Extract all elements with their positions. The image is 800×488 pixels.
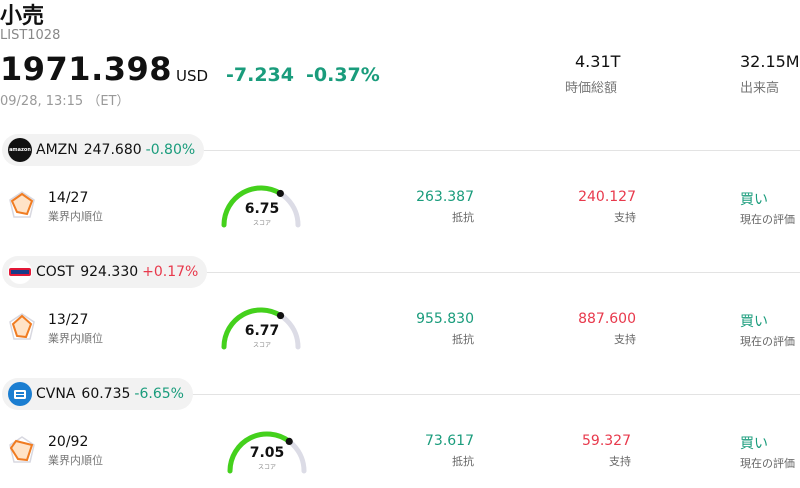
- ticker: CVNA: [36, 386, 76, 402]
- score-value: 6.75: [244, 201, 280, 217]
- radar-icon: [9, 436, 35, 463]
- index-price: 1971.398: [0, 50, 173, 88]
- rating-value: 買い: [740, 436, 768, 452]
- stock-change: -6.65%: [134, 386, 184, 402]
- market-cap-stat: 4.31T 時価総額: [565, 52, 621, 96]
- score-label: スコア: [252, 220, 271, 227]
- rating-label: 現在の評価: [740, 335, 795, 348]
- stock-price: 924.330: [80, 264, 139, 280]
- stock-row-cost: COST 924.330 +0.17% 13/27 業界内順位 6.77 スコア…: [0, 256, 800, 376]
- currency-label: USD: [176, 67, 209, 85]
- stock-price: 60.735: [81, 386, 131, 402]
- market-cap-label: 時価総額: [565, 81, 618, 96]
- industry-rank: 14/27: [48, 190, 89, 206]
- stock-change: -0.80%: [145, 142, 196, 158]
- rating-value: 買い: [740, 314, 768, 330]
- support-value: 887.600: [578, 311, 636, 327]
- score-value: 7.05: [249, 445, 285, 461]
- divider: [190, 150, 800, 151]
- score-value: 6.77: [244, 323, 280, 339]
- resistance-value: 73.617: [425, 433, 474, 449]
- page-title: 小売: [0, 4, 45, 29]
- carvana-logo-icon: [8, 382, 32, 406]
- volume-stat: 32.15M 出来高: [740, 52, 800, 96]
- industry-rank-label: 業界内順位: [48, 454, 103, 467]
- stock-pill-amzn[interactable]: amazon AMZN 247.680 -0.80%: [2, 134, 205, 166]
- stock-pill-cost[interactable]: COST 924.330 +0.17%: [2, 256, 208, 288]
- industry-rank: 20/92: [48, 434, 89, 450]
- support-label: 支持: [609, 455, 631, 468]
- resistance-label: 抵抗: [452, 333, 474, 346]
- resistance-label: 抵抗: [452, 455, 474, 468]
- list-id: LIST1028: [0, 28, 61, 43]
- score-gauge-marker: [285, 437, 293, 446]
- radar-icon: [9, 313, 35, 340]
- timestamp: 09/28, 13:15 （ET）: [0, 94, 130, 109]
- support-value: 240.127: [578, 189, 636, 205]
- stock-row-cvna: CVNA 60.735 -6.65% 20/92 業界内順位 7.05 スコア …: [0, 378, 800, 488]
- amazon-logo-icon: amazon: [8, 138, 32, 162]
- stock-change: +0.17%: [142, 264, 199, 280]
- radar-icon: [9, 191, 35, 218]
- industry-rank: 13/27: [48, 312, 89, 328]
- stock-row-amzn: amazon AMZN 247.680 -0.80% 14/27 業界内順位 6…: [0, 134, 800, 254]
- resistance-value: 955.830: [416, 311, 474, 327]
- score-label: スコア: [252, 342, 271, 349]
- industry-rank-label: 業界内順位: [48, 332, 103, 345]
- ticker: AMZN: [36, 142, 78, 158]
- support-label: 支持: [614, 333, 636, 346]
- divider: [190, 394, 800, 395]
- score-label: スコア: [257, 464, 276, 471]
- divider: [190, 272, 800, 273]
- volume-value: 32.15M: [740, 52, 800, 71]
- resistance-label: 抵抗: [452, 211, 474, 224]
- score-gauge-marker: [276, 311, 285, 320]
- rating-label: 現在の評価: [740, 457, 795, 470]
- industry-rank-label: 業界内順位: [48, 210, 103, 223]
- score-gauge-marker: [276, 189, 284, 198]
- resistance-value: 263.387: [416, 189, 474, 205]
- rating-label: 現在の評価: [740, 213, 795, 226]
- market-cap-value: 4.31T: [575, 52, 621, 71]
- ticker: COST: [36, 264, 75, 280]
- support-label: 支持: [614, 211, 636, 224]
- stock-pill-cvna[interactable]: CVNA 60.735 -6.65%: [2, 378, 193, 410]
- volume-label: 出来高: [740, 81, 780, 96]
- stock-price: 247.680: [83, 142, 142, 158]
- rating-value: 買い: [740, 192, 768, 208]
- price-change: -7.234: [226, 64, 294, 86]
- costco-logo-icon: [8, 260, 32, 284]
- price-change-percent: -0.37%: [306, 64, 380, 86]
- support-value: 59.327: [582, 433, 631, 449]
